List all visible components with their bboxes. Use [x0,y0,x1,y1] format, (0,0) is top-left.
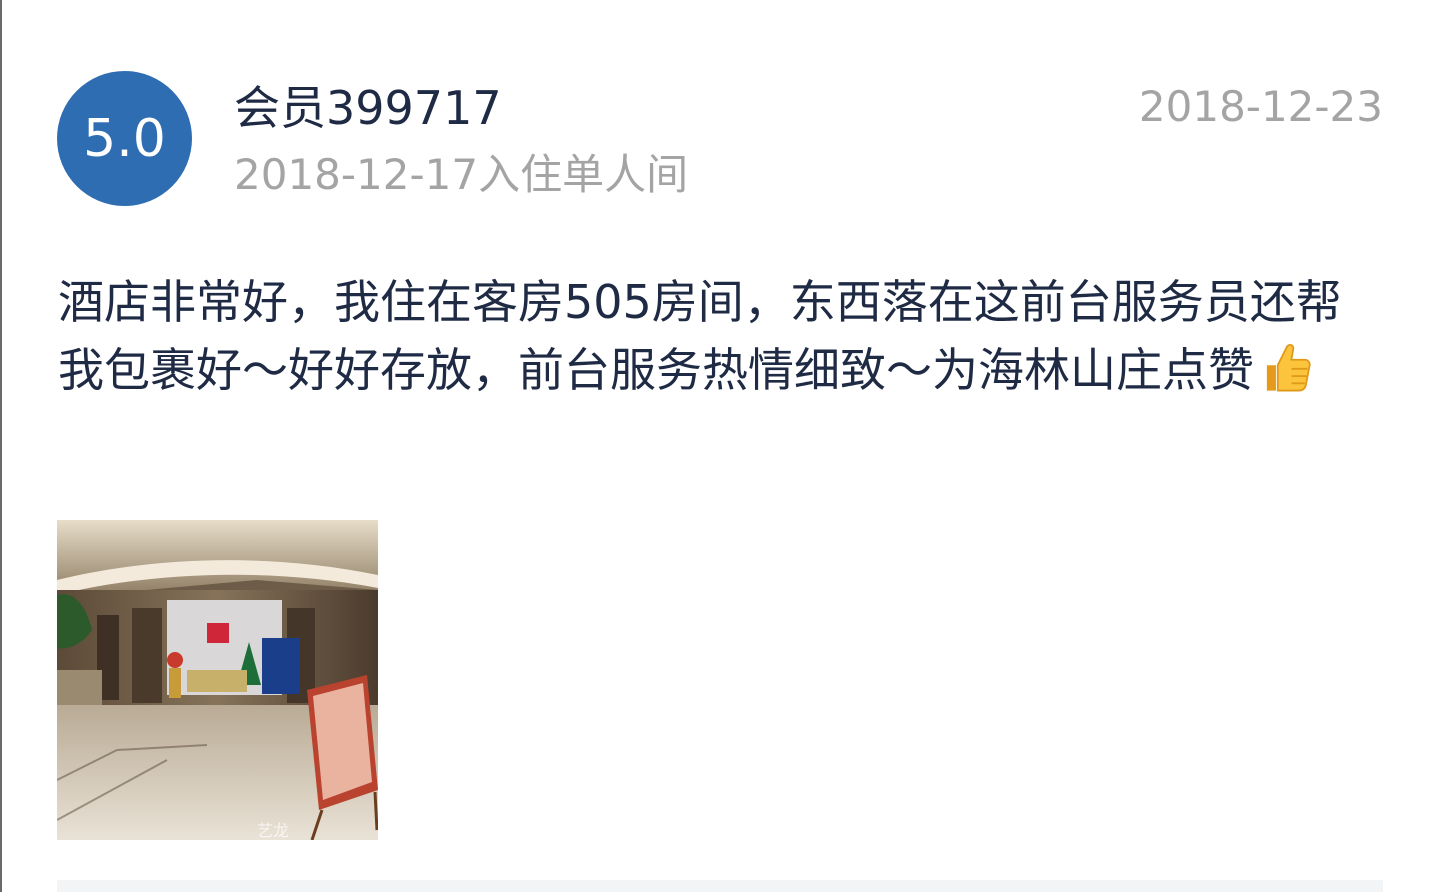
thumbs-up-icon [1266,343,1311,392]
review-card: 5.0 会员399717 2018-12-17入住单人间 2018-12-23 … [0,0,1440,892]
left-edge-divider [0,0,2,892]
review-date: 2018-12-23 [1138,82,1383,131]
review-body: 酒店非常好，我住在客房505房间，东西落在这前台服务员还帮我包裹好～好好存放，前… [58,268,1378,404]
review-photo[interactable]: 艺龙 [57,520,378,840]
bottom-divider [57,880,1383,892]
reviewer-name: 会员399717 [234,81,502,135]
stay-info: 2018-12-17入住单人间 [234,150,689,199]
photo-watermark: 艺龙 [257,821,289,840]
score-value: 5.0 [83,108,166,169]
score-badge: 5.0 [57,71,192,206]
hotel-lobby-photo: 艺龙 [57,520,378,840]
review-text: 酒店非常好，我住在客房505房间，东西落在这前台服务员还帮我包裹好～好好存放，前… [58,275,1342,397]
